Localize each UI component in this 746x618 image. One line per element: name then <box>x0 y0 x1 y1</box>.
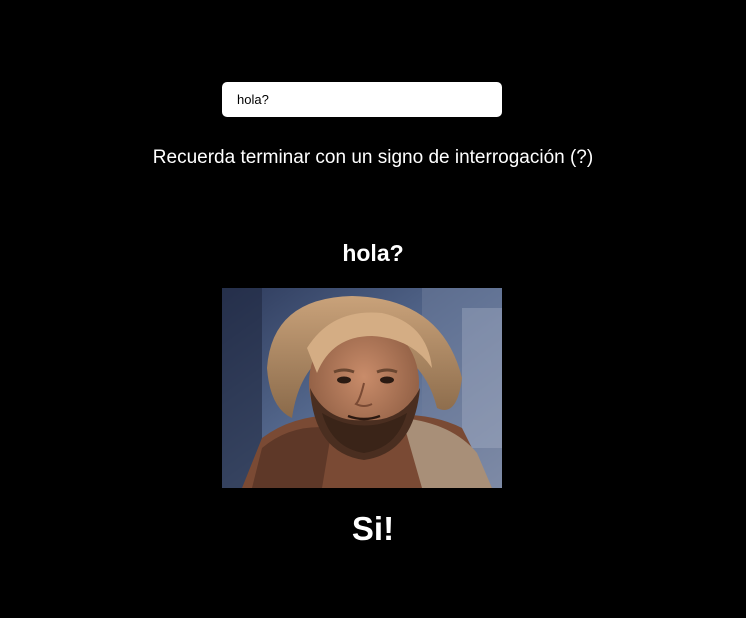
answer-text: Si! <box>351 510 395 547</box>
reaction-gif <box>222 288 502 488</box>
asked-question: hola? <box>342 240 404 266</box>
page: Recuerda terminar con un signo de interr… <box>0 0 746 618</box>
reaction-gif-image <box>222 288 502 488</box>
hint-text: Recuerda terminar con un signo de interr… <box>152 147 594 168</box>
question-input[interactable] <box>222 82 502 117</box>
